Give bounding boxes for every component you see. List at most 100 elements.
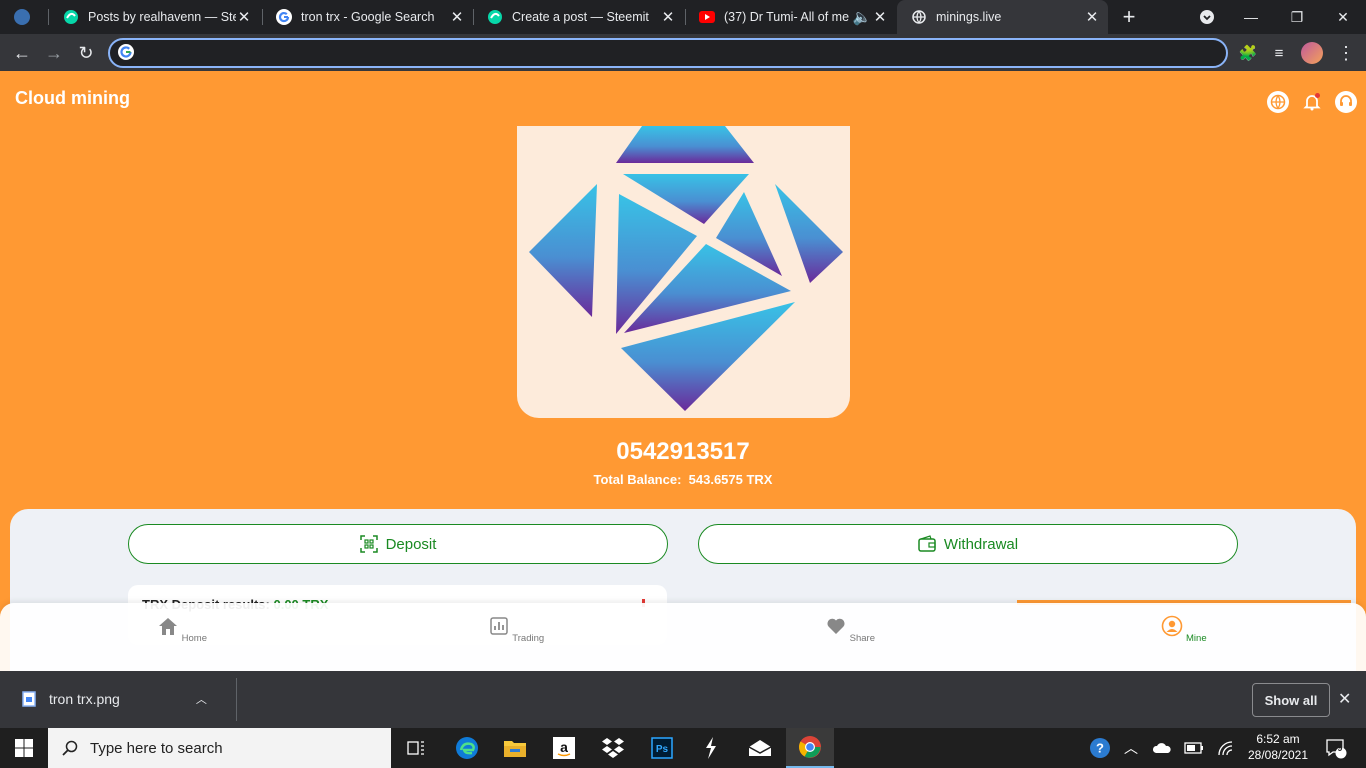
clock-time: 6:52 am (1256, 732, 1300, 746)
total-balance: Total Balance: 543.6575 TRX (0, 472, 1366, 487)
svg-text:?: ? (1096, 741, 1104, 756)
account-id: 0542913517 (616, 438, 750, 465)
steemit-icon (487, 9, 503, 25)
withdrawal-label: Withdrawal (943, 535, 1019, 553)
clock-date: 28/08/2021 (1247, 748, 1309, 762)
close-icon[interactable]: ✕ (1084, 9, 1100, 26)
globe-icon (911, 9, 927, 25)
close-icon[interactable]: ✕ (1338, 689, 1351, 709)
search-placeholder: Type here to search (90, 739, 223, 757)
close-icon[interactable]: ✕ (872, 9, 888, 26)
divider (236, 678, 237, 721)
tab-title: minings.live (936, 10, 1002, 24)
chevron-up-icon[interactable]: ︿ (196, 691, 207, 707)
svg-text:a: a (560, 739, 568, 755)
bottom-navigation: Home Trading Share Mine (0, 603, 1366, 671)
file-icon (22, 691, 36, 707)
tab-search-icon[interactable] (1184, 0, 1230, 34)
web-page: Cloud mining 0542913517 Total Balance: 5… (0, 71, 1366, 671)
nav-home[interactable]: Home (142, 615, 222, 644)
page-title: Cloud mining (15, 88, 130, 108)
youtube-icon (699, 9, 715, 25)
heart-icon (827, 618, 845, 634)
file-explorer-icon[interactable] (491, 728, 539, 768)
close-window-button[interactable]: ✕ (1320, 0, 1366, 34)
app-lightning-icon[interactable] (687, 728, 735, 768)
chrome-icon[interactable] (786, 728, 834, 768)
tab-title: Create a post — Steemit (512, 10, 649, 24)
onedrive-icon[interactable] (1150, 728, 1174, 768)
system-clock[interactable]: 6:52 am 28/08/2021 (1240, 731, 1316, 763)
browser-toolbar: ← → ↻ 🧩 ≡ ⋮ (0, 34, 1366, 71)
tab-title: Posts by realhavenn — Steemit (88, 10, 236, 24)
windows-icon (15, 739, 33, 757)
chevron-up-icon[interactable]: ︿ (1120, 728, 1142, 768)
google-icon (118, 44, 134, 60)
task-view-icon[interactable] (392, 728, 440, 768)
withdrawal-button[interactable]: Withdrawal (698, 524, 1238, 564)
crypto-logo (517, 126, 850, 418)
tab-title: (37) Dr Tumi- All of me (724, 10, 850, 24)
user-icon (1162, 615, 1183, 637)
close-icon[interactable]: ✕ (449, 9, 465, 26)
back-button[interactable]: ← (9, 40, 35, 66)
tab-youtube[interactable]: (37) Dr Tumi- All of me 🔈 ✕ (685, 0, 896, 34)
download-bar: tron trx.png ︿ Show all ✕ (0, 671, 1366, 728)
help-icon[interactable]: ? (1086, 728, 1114, 768)
restore-button[interactable]: ❐ (1274, 0, 1320, 34)
steemit-icon (63, 9, 79, 25)
dropbox-icon[interactable] (589, 728, 637, 768)
support-icon[interactable] (1335, 91, 1357, 113)
close-icon[interactable]: ✕ (660, 9, 676, 26)
wallet-icon (918, 535, 936, 552)
notification-count: 9 (1337, 743, 1343, 753)
speaker-icon[interactable]: 🔈 (853, 9, 872, 26)
address-bar[interactable] (108, 38, 1228, 68)
download-file-name: tron trx.png (49, 691, 120, 707)
profile-avatar[interactable] (1299, 40, 1325, 66)
windows-taskbar: Type here to search a Ps ? ︿ 6:52 am 28/… (0, 728, 1366, 768)
notification-center-icon[interactable]: 9 (1322, 728, 1350, 768)
taskbar-search[interactable]: Type here to search (48, 728, 391, 768)
battery-icon[interactable] (1182, 728, 1206, 768)
extensions-icon[interactable]: 🧩 (1235, 40, 1261, 66)
search-icon (62, 740, 78, 756)
show-all-button[interactable]: Show all (1252, 683, 1330, 717)
nav-trading[interactable]: Trading (476, 615, 556, 644)
tab-minings-live[interactable]: minings.live ✕ (897, 0, 1108, 34)
home-icon (159, 618, 177, 635)
address-input[interactable] (144, 43, 1208, 65)
qr-scan-icon (359, 535, 378, 553)
deposit-label: Deposit (385, 535, 437, 553)
nav-share[interactable]: Share (810, 615, 890, 644)
deposit-button[interactable]: Deposit (128, 524, 668, 564)
start-button[interactable] (0, 728, 48, 768)
new-tab-button[interactable]: + (1106, 0, 1152, 34)
close-icon[interactable]: ✕ (236, 9, 252, 26)
tab-pinned[interactable] (0, 0, 48, 34)
forward-button[interactable]: → (41, 40, 67, 66)
download-item[interactable]: tron trx.png ︿ (22, 691, 207, 707)
balance-label: Total Balance: (593, 472, 682, 487)
minimize-button[interactable]: — (1228, 0, 1274, 34)
nav-mine[interactable]: Mine (1144, 615, 1224, 644)
balance-value: 543.6575 TRX (688, 472, 773, 487)
wifi-icon[interactable] (1214, 728, 1238, 768)
language-icon[interactable] (1267, 91, 1289, 113)
edge-icon[interactable] (443, 728, 491, 768)
chart-icon (490, 617, 508, 635)
reload-button[interactable]: ↻ (73, 40, 99, 66)
mail-icon[interactable] (736, 728, 784, 768)
tab-create-post[interactable]: Create a post — Steemit ✕ (473, 0, 684, 34)
photoshop-icon[interactable]: Ps (638, 728, 686, 768)
media-control-icon[interactable]: ≡ (1266, 40, 1292, 66)
amazon-icon[interactable]: a (540, 728, 588, 768)
google-icon (276, 9, 292, 25)
tab-steemit-posts[interactable]: Posts by realhavenn — Steemit ✕ (49, 0, 260, 34)
tab-strip: Posts by realhavenn — Steemit ✕ tron trx… (0, 0, 1366, 34)
chrome-app-icon (14, 9, 30, 25)
menu-icon[interactable]: ⋮ (1333, 40, 1359, 66)
tab-google-search[interactable]: tron trx - Google Search ✕ (262, 0, 473, 34)
svg-text:Ps: Ps (656, 744, 669, 755)
bell-icon[interactable] (1301, 91, 1323, 113)
